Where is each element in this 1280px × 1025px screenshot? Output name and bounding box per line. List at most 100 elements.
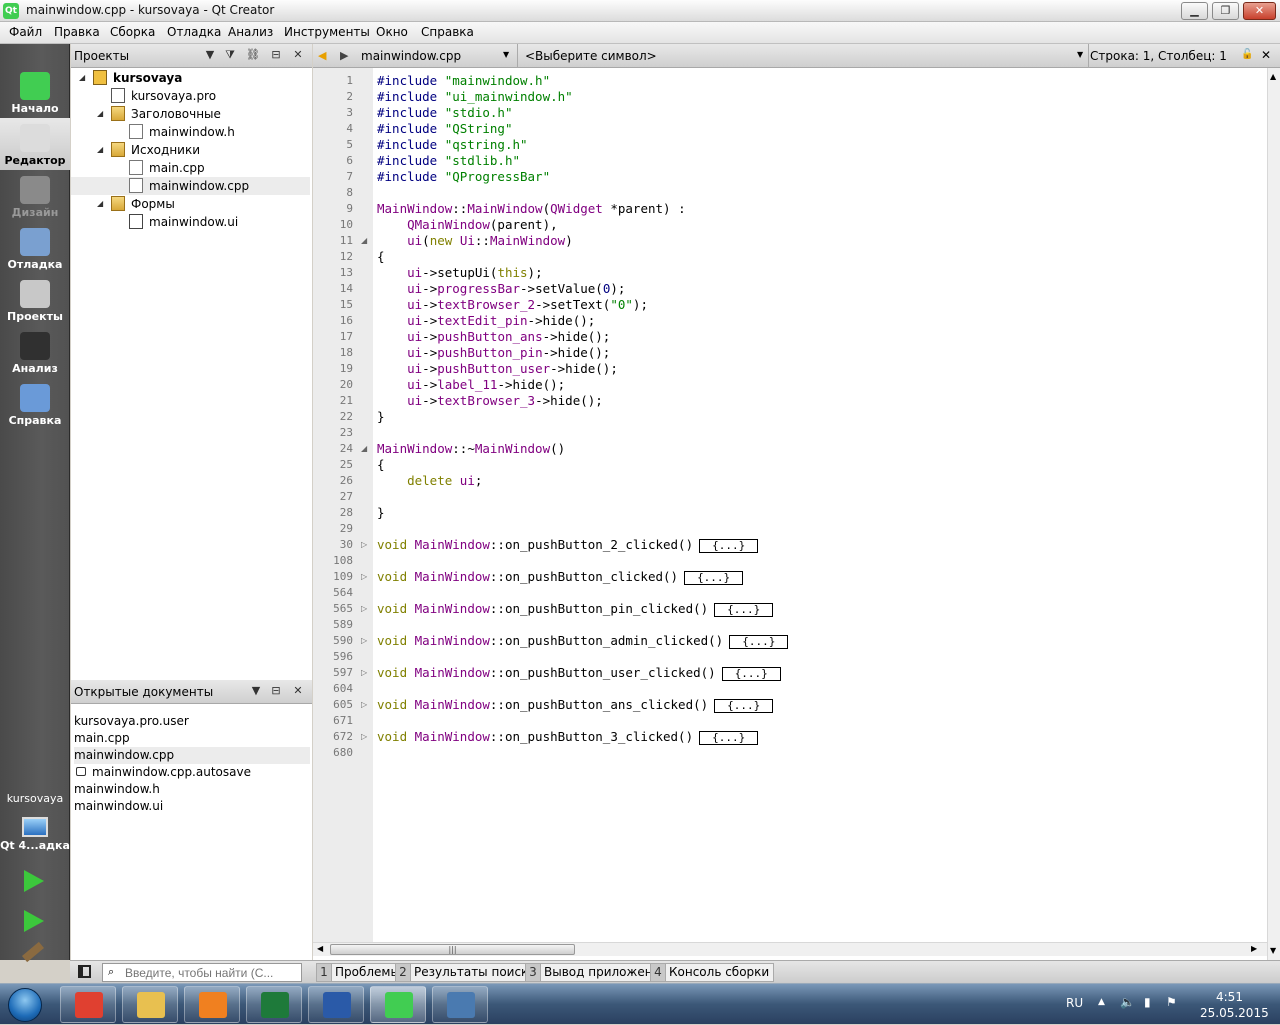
docs-close-icon[interactable]: ✕ <box>291 684 305 698</box>
start-button[interactable] <box>2 985 48 1025</box>
menu-tools[interactable]: Инструменты <box>284 25 370 39</box>
taskbar-app[interactable] <box>432 986 488 1023</box>
close-button[interactable]: ✕ <box>1243 2 1276 20</box>
fold-marker-icon[interactable]: ▷ <box>361 540 367 549</box>
back-arrow-icon[interactable]: ◀ <box>318 49 326 62</box>
tree-item[interactable]: main.cpp <box>71 159 310 177</box>
volume-icon[interactable]: 🔈 <box>1120 995 1135 1009</box>
taskbar-app[interactable] <box>184 986 240 1023</box>
tree-item[interactable]: ◢ Заголовочные <box>71 105 310 123</box>
folded-block-button[interactable]: {...} <box>729 634 789 649</box>
fold-marker-icon[interactable]: ▷ <box>361 700 367 709</box>
symbol-selector[interactable]: <Выберите символ> ▼ <box>519 44 1089 68</box>
tree-item[interactable]: mainwindow.cpp <box>71 177 310 195</box>
folded-block-button[interactable]: {...} <box>714 698 774 713</box>
tree-item[interactable]: ◢ kursovaya <box>71 69 310 87</box>
mode-design[interactable]: Дизайн <box>0 170 70 222</box>
locator-search-input[interactable] <box>102 963 302 982</box>
fold-marker-icon[interactable]: ▷ <box>361 604 367 613</box>
expand-arrow-icon[interactable]: ◢ <box>79 69 85 87</box>
folded-block-button[interactable]: {...} <box>699 730 759 745</box>
tree-item[interactable]: ◢ Формы <box>71 195 310 213</box>
mode-welcome[interactable]: Начало <box>0 66 70 118</box>
open-document-item[interactable]: mainwindow.h <box>74 781 310 798</box>
expand-arrow-icon[interactable]: ◢ <box>97 141 103 159</box>
tree-item[interactable]: kursovaya.pro <box>71 87 310 105</box>
output-pane-button-2[interactable]: 2 Результаты поиска <box>395 963 541 982</box>
folded-block-button[interactable]: {...} <box>699 538 759 553</box>
lock-icon[interactable]: 🔓 <box>1241 49 1253 60</box>
menu-help[interactable]: Справка <box>421 25 474 39</box>
build-hammer-icon[interactable] <box>22 941 44 963</box>
fold-marker-icon[interactable]: ◢ <box>361 444 367 453</box>
mode-debug[interactable]: Отладка <box>0 222 70 274</box>
tray-expand-icon[interactable]: ▲ <box>1098 997 1105 1007</box>
mode-help[interactable]: Справка <box>0 378 70 430</box>
horizontal-scrollbar[interactable]: ◀ ||| ▶ <box>313 942 1267 956</box>
menu-edit[interactable]: Правка <box>54 25 100 39</box>
filter-icon[interactable]: ⧩ <box>223 48 237 62</box>
scroll-right-icon[interactable]: ▶ <box>1251 944 1257 953</box>
horizontal-scroll-thumb[interactable]: ||| <box>330 944 575 955</box>
menu-file[interactable]: Файл <box>9 25 42 39</box>
menu-debug[interactable]: Отладка <box>167 25 221 39</box>
close-editor-icon[interactable]: ✕ <box>1261 48 1271 62</box>
close-panel-icon[interactable]: ✕ <box>291 48 305 62</box>
expand-arrow-icon[interactable]: ◢ <box>97 195 103 213</box>
open-document-item[interactable]: mainwindow.ui <box>74 798 310 815</box>
toggle-sidebar-icon[interactable] <box>78 965 91 978</box>
menu-build[interactable]: Сборка <box>110 25 155 39</box>
tree-item[interactable]: mainwindow.ui <box>71 213 310 231</box>
open-document-item[interactable]: mainwindow.cpp <box>74 747 310 764</box>
scroll-left-icon[interactable]: ◀ <box>317 944 323 953</box>
link-icon[interactable]: ⛓ <box>246 48 260 62</box>
taskbar-app[interactable] <box>122 986 178 1023</box>
fold-marker-icon[interactable]: ▷ <box>361 732 367 741</box>
maximize-button[interactable]: ❐ <box>1212 2 1239 20</box>
title-bar[interactable]: Qt mainwindow.cpp - kursovaya - Qt Creat… <box>0 0 1280 22</box>
network-icon[interactable]: ▮ <box>1144 995 1151 1009</box>
menu-analyze[interactable]: Анализ <box>228 25 273 39</box>
taskbar-app[interactable] <box>308 986 364 1023</box>
tree-item[interactable]: mainwindow.h <box>71 123 310 141</box>
expand-arrow-icon[interactable]: ◢ <box>97 105 103 123</box>
open-document-item[interactable]: kursovaya.pro.user <box>74 713 310 730</box>
folded-block-button[interactable]: {...} <box>684 570 744 585</box>
taskbar-app[interactable] <box>246 986 302 1023</box>
folded-block-button[interactable]: {...} <box>721 666 781 681</box>
mode-edit[interactable]: Редактор <box>0 118 70 170</box>
language-indicator[interactable]: RU <box>1066 996 1083 1010</box>
output-pane-button-4[interactable]: 4 Консоль сборки <box>650 963 775 982</box>
flag-icon[interactable]: ⚑ <box>1166 995 1177 1009</box>
split-icon[interactable]: ⊟ <box>269 48 283 62</box>
fold-marker-icon[interactable]: ◢ <box>361 236 367 245</box>
mode-projects[interactable]: Проекты <box>0 274 70 326</box>
fold-marker-icon[interactable]: ▷ <box>361 636 367 645</box>
view-dropdown-icon[interactable]: ▼ <box>203 48 217 62</box>
fold-marker-icon[interactable]: ▷ <box>361 572 367 581</box>
open-document-item[interactable]: main.cpp <box>74 730 310 747</box>
menu-window[interactable]: Окно <box>376 25 408 39</box>
document-selector[interactable]: mainwindow.cpp ▼ <box>355 44 518 68</box>
taskbar-app[interactable] <box>60 986 116 1023</box>
taskbar-app[interactable] <box>370 986 426 1023</box>
scroll-up-icon[interactable]: ▲ <box>1270 72 1276 81</box>
output-pane-button-1[interactable]: 1 Проблемы <box>316 963 405 982</box>
forward-arrow-icon[interactable]: ▶ <box>340 49 348 62</box>
run-target[interactable]: kursovaya Qt 4...адка <box>0 792 70 852</box>
docs-split-icon[interactable]: ⊟ <box>269 684 283 698</box>
scroll-down-icon[interactable]: ▼ <box>1270 946 1276 955</box>
run-button[interactable] <box>24 870 44 892</box>
vertical-scrollbar[interactable]: ▲ ▼ <box>1267 68 1280 960</box>
mode-analyze[interactable]: Анализ <box>0 326 70 378</box>
clock-time[interactable]: 4:51 <box>1216 990 1243 1004</box>
open-document-item[interactable]: mainwindow.cpp.autosave <box>74 764 310 781</box>
minimize-button[interactable]: ▁ <box>1181 2 1208 20</box>
code-area[interactable]: #include "mainwindow.h" #include "ui_main… <box>377 68 1267 942</box>
tree-item[interactable]: ◢ Исходники <box>71 141 310 159</box>
debug-run-button[interactable] <box>24 910 44 932</box>
folded-block-button[interactable]: {...} <box>714 602 774 617</box>
docs-dropdown-icon[interactable]: ▼ <box>249 684 263 698</box>
clock-date[interactable]: 25.05.2015 <box>1200 1006 1269 1020</box>
fold-marker-icon[interactable]: ▷ <box>361 668 367 677</box>
